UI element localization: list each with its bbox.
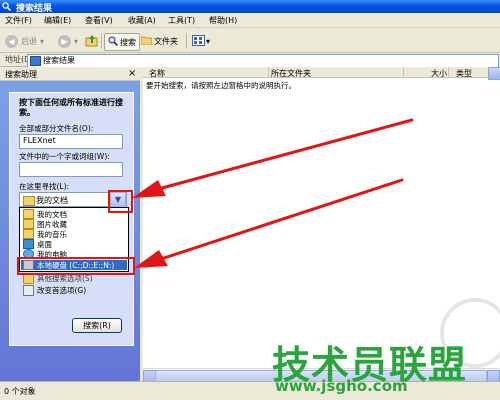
arrow-to-local-disks — [134, 178, 404, 268]
arrow-to-dropdown-button — [132, 118, 414, 198]
watermark-url: www.jsgho.com — [275, 377, 408, 395]
